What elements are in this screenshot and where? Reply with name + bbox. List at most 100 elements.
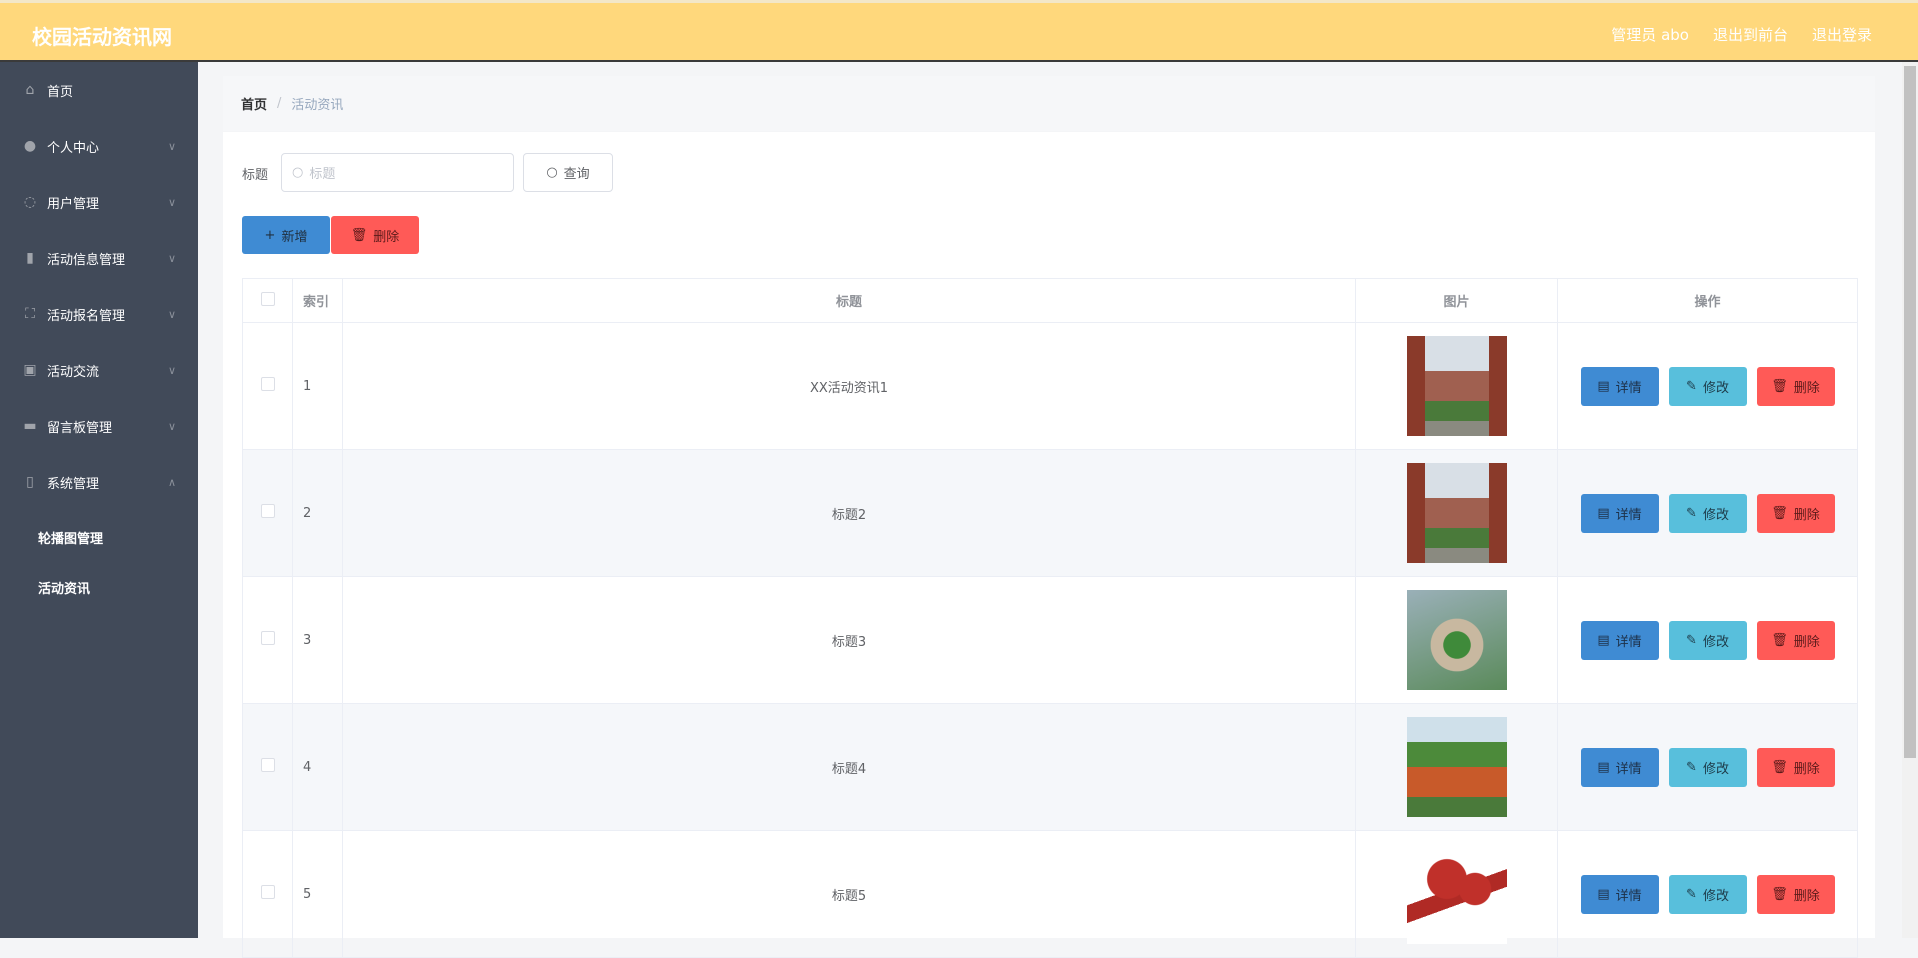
detail-button[interactable]: ▤ 详情 bbox=[1580, 620, 1659, 660]
trash-icon: 🗑 bbox=[1771, 505, 1788, 521]
sidebar-item-users[interactable]: ◌ 用户管理 ∨ bbox=[0, 182, 198, 222]
row-title: 标题4 bbox=[342, 703, 1356, 831]
row-index: 4 bbox=[292, 703, 343, 831]
sidebar-subitem-news[interactable]: 活动资讯 bbox=[38, 578, 90, 597]
pencil-icon: ✎ bbox=[1686, 632, 1697, 648]
select-all-checkbox[interactable] bbox=[260, 291, 275, 306]
detail-label: 详情 bbox=[1615, 761, 1642, 777]
delete-button[interactable]: 🗑 删除 bbox=[1756, 366, 1835, 406]
pencil-icon: ✎ bbox=[1686, 759, 1697, 775]
row-checkbox[interactable] bbox=[260, 885, 275, 899]
row-checkbox[interactable] bbox=[260, 631, 275, 645]
row-thumbnail-image[interactable] bbox=[1406, 717, 1507, 817]
detail-button[interactable]: ▤ 详情 bbox=[1580, 747, 1659, 787]
edit-label: 修改 bbox=[1702, 888, 1729, 904]
query-button[interactable]: ○ 查询 bbox=[523, 153, 613, 192]
row-thumbnail-image[interactable] bbox=[1406, 590, 1507, 690]
add-button[interactable]: + 新增 bbox=[242, 216, 330, 254]
row-select-cell bbox=[242, 322, 293, 450]
row-title: 标题3 bbox=[342, 576, 1356, 704]
edit-label: 修改 bbox=[1702, 761, 1729, 777]
microphone-icon: ▯ bbox=[26, 474, 34, 490]
sidebar-item-home[interactable]: ⌂ 首页 bbox=[0, 70, 198, 110]
logout-link[interactable]: 退出登录 bbox=[1812, 24, 1872, 45]
header-title: 标题 bbox=[342, 278, 1356, 323]
detail-label: 详情 bbox=[1615, 634, 1642, 650]
detail-button[interactable]: ▤ 详情 bbox=[1580, 493, 1659, 533]
admin-user-label: 管理员 abo bbox=[1611, 26, 1689, 44]
detail-label: 详情 bbox=[1615, 380, 1642, 396]
breadcrumb: 首页 / 活动资讯 bbox=[223, 76, 1875, 131]
table-row: 1 XX活动资讯1 ▤ 详情 ✎ 修改 🗑 删除 bbox=[242, 322, 1858, 450]
sidebar-item-exchange[interactable]: ▣ 活动交流 ∨ bbox=[0, 350, 198, 390]
row-thumbnail-image[interactable] bbox=[1406, 463, 1507, 563]
row-title: 标题2 bbox=[342, 449, 1356, 577]
detail-label: 详情 bbox=[1615, 888, 1642, 904]
query-label: 查询 bbox=[563, 167, 590, 182]
edit-button[interactable]: ✎ 修改 bbox=[1668, 874, 1747, 914]
delete-label: 删除 bbox=[373, 229, 400, 245]
document-icon: ▤ bbox=[1597, 759, 1610, 775]
delete-label: 删除 bbox=[1793, 507, 1820, 523]
row-title: XX活动资讯1 bbox=[342, 322, 1356, 450]
delete-button[interactable]: 🗑 删除 bbox=[1756, 874, 1835, 914]
sidebar-item-registration[interactable]: ⛶ 活动报名管理 ∨ bbox=[0, 294, 198, 334]
exit-to-front-link[interactable]: 退出到前台 bbox=[1713, 24, 1788, 45]
chevron-up-icon: ∧ bbox=[167, 475, 176, 489]
delete-button[interactable]: 🗑 删除 bbox=[1756, 747, 1835, 787]
row-title: 标题5 bbox=[342, 830, 1356, 958]
sidebar-item-label: 首页 bbox=[47, 84, 74, 100]
row-image-cell bbox=[1355, 703, 1558, 831]
row-index: 1 bbox=[292, 322, 343, 450]
chevron-down-icon: ∨ bbox=[167, 195, 176, 209]
row-index: 2 bbox=[292, 449, 343, 577]
detail-button[interactable]: ▤ 详情 bbox=[1580, 366, 1659, 406]
chevron-down-icon: ∨ bbox=[167, 307, 176, 321]
row-checkbox[interactable] bbox=[260, 758, 275, 772]
table-row: 5 标题5 ▤ 详情 ✎ 修改 🗑 删除 bbox=[242, 830, 1858, 958]
trash-icon: 🗑 bbox=[1771, 886, 1788, 902]
edit-button[interactable]: ✎ 修改 bbox=[1668, 747, 1747, 787]
edit-button[interactable]: ✎ 修改 bbox=[1668, 366, 1747, 406]
search-icon: ○ bbox=[546, 165, 558, 180]
batch-delete-button[interactable]: 🗑 删除 bbox=[331, 216, 419, 254]
select-all-cell bbox=[242, 278, 293, 323]
edit-label: 修改 bbox=[1702, 634, 1729, 650]
edit-button[interactable]: ✎ 修改 bbox=[1668, 620, 1747, 660]
breadcrumb-home[interactable]: 首页 bbox=[241, 94, 267, 113]
plus-icon: + bbox=[264, 227, 276, 243]
row-actions: ▤ 详情 ✎ 修改 🗑 删除 bbox=[1557, 830, 1858, 958]
row-checkbox[interactable] bbox=[260, 377, 275, 391]
detail-button[interactable]: ▤ 详情 bbox=[1580, 874, 1659, 914]
delete-label: 删除 bbox=[1793, 761, 1820, 777]
chevron-down-icon: ∨ bbox=[167, 419, 176, 433]
sidebar-subitem-carousel[interactable]: 轮播图管理 bbox=[38, 528, 103, 547]
trash-icon: 🗑 bbox=[1771, 632, 1788, 648]
fullscreen-icon: ⛶ bbox=[25, 306, 35, 322]
delete-button[interactable]: 🗑 删除 bbox=[1756, 620, 1835, 660]
delete-label: 删除 bbox=[1793, 888, 1820, 904]
pencil-icon: ✎ bbox=[1686, 378, 1697, 394]
edit-button[interactable]: ✎ 修改 bbox=[1668, 493, 1747, 533]
scrollbar-thumb[interactable] bbox=[1904, 66, 1916, 758]
row-thumbnail-image[interactable] bbox=[1406, 844, 1507, 944]
page-scrollbar[interactable] bbox=[1902, 62, 1918, 938]
row-image-cell bbox=[1355, 576, 1558, 704]
row-thumbnail-image[interactable] bbox=[1406, 336, 1507, 436]
edit-label: 修改 bbox=[1702, 380, 1729, 396]
title-search-input[interactable]: ○ 标题 bbox=[281, 153, 514, 192]
sidebar-item-system[interactable]: ▯ 系统管理 ∧ bbox=[0, 462, 198, 502]
home-icon: ⌂ bbox=[25, 82, 35, 98]
sidebar-item-profile[interactable]: ● 个人中心 ∨ bbox=[0, 126, 198, 166]
document-icon: ▤ bbox=[1597, 378, 1610, 394]
row-actions: ▤ 详情 ✎ 修改 🗑 删除 bbox=[1557, 576, 1858, 704]
delete-button[interactable]: 🗑 删除 bbox=[1756, 493, 1835, 533]
row-checkbox[interactable] bbox=[260, 504, 275, 518]
chevron-down-icon: ∨ bbox=[167, 139, 176, 153]
sidebar-item-label: 用户管理 bbox=[47, 196, 100, 212]
bar-chart-icon: ▮ bbox=[26, 250, 34, 266]
sidebar-item-activity-info[interactable]: ▮ 活动信息管理 ∨ bbox=[0, 238, 198, 278]
table-row: 4 标题4 ▤ 详情 ✎ 修改 🗑 删除 bbox=[242, 703, 1858, 831]
news-table: 索引 标题 图片 操作 1 XX活动资讯1 ▤ 详情 ✎ 修改 🗑 删除 2 标题2 … bbox=[242, 278, 1858, 958]
sidebar-item-message-board[interactable]: ▬ 留言板管理 ∨ bbox=[0, 406, 198, 446]
